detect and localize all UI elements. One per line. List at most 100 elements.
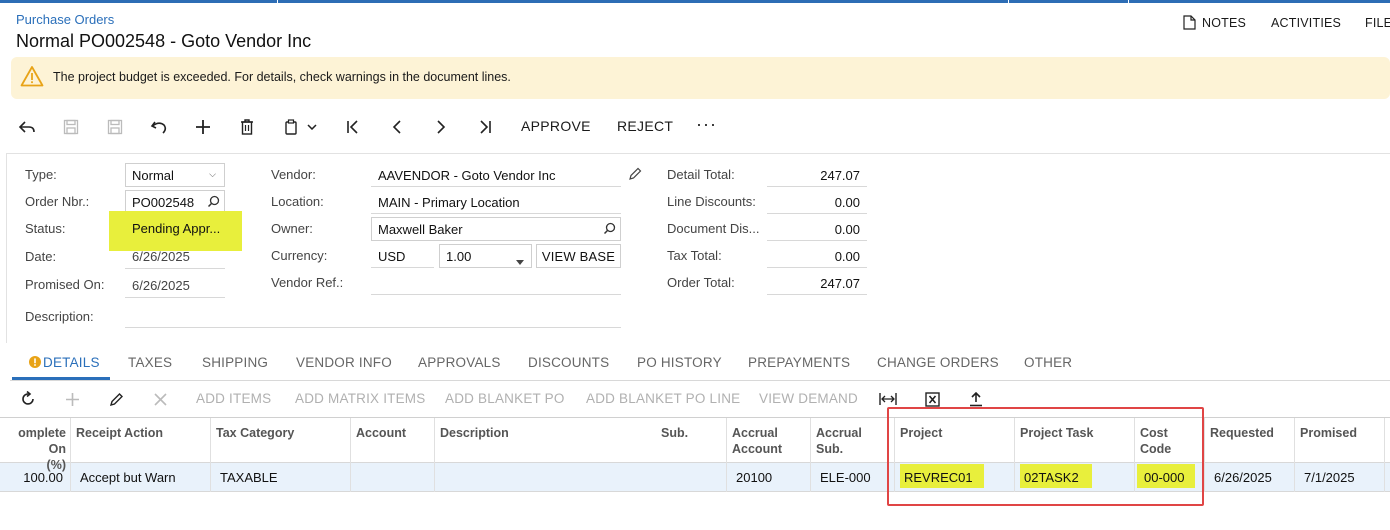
vendor-underline (371, 186, 621, 187)
col-header-tax-category[interactable]: Tax Category (216, 425, 294, 441)
column-divider (210, 418, 211, 492)
refresh-icon[interactable] (17, 388, 39, 410)
undo-icon[interactable] (147, 115, 171, 139)
col-header-description[interactable]: Description (440, 425, 509, 441)
tab-vendor-info[interactable]: VENDOR INFO (296, 355, 392, 370)
cell-promised[interactable]: 7/1/2025 (1304, 470, 1355, 485)
save-close-icon[interactable] (59, 115, 83, 139)
view-base-button[interactable]: VIEW BASE (536, 244, 621, 268)
cell-complete-on[interactable]: 100.00 (2, 470, 63, 485)
tab-shipping[interactable]: SHIPPING (202, 355, 268, 370)
col-header-promised[interactable]: Promised (1300, 425, 1357, 441)
breadcrumb[interactable]: Purchase Orders (16, 12, 114, 27)
tab-approvals[interactable]: APPROVALS (418, 355, 501, 370)
notes-link[interactable]: NOTES (1202, 16, 1246, 30)
column-divider (350, 418, 351, 492)
previous-record-icon[interactable] (385, 115, 409, 139)
annotation-box (887, 407, 1204, 506)
view-demand-button[interactable]: VIEW DEMAND (759, 391, 858, 406)
tab-discounts[interactable]: DISCOUNTS (528, 355, 609, 370)
search-icon[interactable] (603, 222, 616, 235)
warning-icon (20, 65, 44, 87)
currency-rate-select[interactable]: 1.00 (439, 244, 532, 268)
last-record-icon[interactable] (473, 115, 497, 139)
tab-details[interactable]: DETAILS (43, 355, 100, 370)
order-nbr-value: PO002548 (132, 195, 195, 210)
date-underline (125, 268, 225, 269)
add-icon[interactable] (191, 115, 215, 139)
col-header-complete-on[interactable]: omplete On (%) (2, 425, 66, 473)
tab-po-history[interactable]: PO HISTORY (637, 355, 722, 370)
add-matrix-items-button[interactable]: ADD MATRIX ITEMS (295, 391, 425, 406)
currency-value[interactable]: USD (378, 249, 405, 264)
top-bar-separator (277, 0, 278, 3)
date-label: Date: (25, 249, 57, 264)
col-header-requested[interactable]: Requested (1210, 425, 1274, 441)
col-header-receipt-action[interactable]: Receipt Action (76, 425, 163, 441)
type-value: Normal (132, 168, 174, 183)
type-label: Type: (25, 167, 57, 182)
tab-other[interactable]: OTHER (1024, 355, 1072, 370)
add-blanket-po-button[interactable]: ADD BLANKET PO (445, 391, 565, 406)
column-divider (726, 418, 727, 492)
tab-change-orders[interactable]: CHANGE ORDERS (877, 355, 999, 370)
cell-accrual-sub[interactable]: ELE-000 (820, 470, 871, 485)
col-header-sub[interactable]: Sub. (661, 425, 688, 441)
delete-row-icon[interactable] (149, 388, 171, 410)
column-divider (1384, 418, 1385, 492)
add-blanket-po-line-button[interactable]: ADD BLANKET PO LINE (586, 391, 740, 406)
col-header-accrual-account[interactable]: Accrual Account (732, 425, 782, 457)
owner-field[interactable]: Maxwell Baker (371, 217, 621, 241)
reject-button[interactable]: REJECT (617, 118, 673, 134)
tax-total-underline (767, 267, 867, 268)
order-nbr-label: Order Nbr.: (25, 194, 90, 209)
location-value[interactable]: MAIN - Primary Location (378, 195, 520, 210)
save-icon[interactable] (103, 115, 127, 139)
delete-icon[interactable] (235, 115, 259, 139)
detail-total-value: 247.07 (820, 168, 860, 183)
status-label: Status: (25, 221, 66, 236)
tab-prepayments[interactable]: PREPAYMENTS (748, 355, 850, 370)
cell-accrual-account[interactable]: 20100 (736, 470, 772, 485)
add-row-icon[interactable] (61, 388, 83, 410)
tab-divider (10, 380, 1390, 381)
cell-requested[interactable]: 6/26/2025 (1214, 470, 1272, 485)
notes-icon[interactable] (1183, 15, 1196, 30)
promised-on-value[interactable]: 6/26/2025 (132, 278, 190, 293)
page-title: Normal PO002548 - Goto Vendor Inc (16, 31, 312, 51)
chevron-down-icon[interactable] (304, 115, 320, 139)
owner-label: Owner: (271, 221, 313, 236)
currency-rate-value: 1.00 (446, 249, 472, 264)
vendor-ref-field[interactable] (371, 294, 621, 295)
first-record-icon[interactable] (341, 115, 365, 139)
edit-row-icon[interactable] (105, 388, 127, 410)
cell-tax-category[interactable]: TAXABLE (220, 470, 278, 485)
files-link[interactable]: FILE (1365, 16, 1390, 30)
tab-taxes[interactable]: TAXES (128, 355, 172, 370)
order-total-value: 247.07 (820, 276, 860, 291)
owner-value: Maxwell Baker (378, 222, 463, 237)
description-field[interactable] (125, 327, 621, 328)
caret-down-icon (516, 253, 524, 268)
activities-link[interactable]: ACTIVITIES (1271, 16, 1341, 30)
cell-receipt-action[interactable]: Accept but Warn (80, 470, 176, 485)
col-header-account[interactable]: Account (356, 425, 406, 441)
date-value[interactable]: 6/26/2025 (132, 249, 190, 264)
add-items-button[interactable]: ADD ITEMS (196, 391, 271, 406)
approve-button[interactable]: APPROVE (521, 118, 591, 134)
col-header-complete-on-line1: omplete On (18, 426, 66, 456)
back-icon[interactable] (15, 115, 39, 139)
chevron-down-icon: ⌵ (209, 169, 216, 179)
next-record-icon[interactable] (429, 115, 453, 139)
search-icon[interactable] (207, 195, 220, 208)
more-actions-button[interactable]: ··· (696, 114, 717, 135)
vendor-value[interactable]: AAVENDOR - Goto Vendor Inc (378, 168, 556, 183)
location-underline (371, 213, 621, 214)
type-select[interactable]: Normal ⌵ (125, 163, 225, 187)
copy-paste-icon[interactable] (279, 115, 303, 139)
edit-icon[interactable] (628, 167, 642, 181)
description-label: Description: (25, 309, 94, 324)
col-header-accrual-sub[interactable]: Accrual Sub. (816, 425, 862, 457)
document-discount-label: Document Dis... (667, 221, 760, 236)
promised-on-underline (125, 297, 225, 298)
